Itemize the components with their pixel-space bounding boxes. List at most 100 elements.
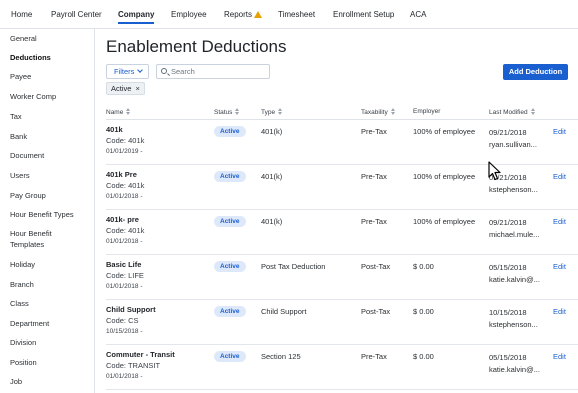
- modified-by: katie.kalvin@...: [489, 365, 540, 374]
- last-modified-cell: 05/15/2018 katie.kalvin@...: [489, 352, 553, 376]
- sidebar-item-tax[interactable]: Tax: [10, 111, 94, 122]
- taxability-cell: Post-Tax: [361, 262, 391, 271]
- deduction-name[interactable]: Child Support: [106, 305, 206, 315]
- type-cell: 401(k): [261, 127, 283, 136]
- edit-link[interactable]: Edit: [553, 172, 566, 181]
- sidebar-item-department[interactable]: Department: [10, 318, 94, 329]
- table-row[interactable]: Child Support Code: CS 10/15/2018 - Acti…: [106, 300, 578, 345]
- deduction-date: 01/01/2018 -: [106, 193, 143, 200]
- deduction-code: Code: 401k: [106, 136, 145, 145]
- name-cell: Basic Life Code: LIFE 01/01/2018 -: [106, 260, 206, 291]
- header-label: Type: [261, 109, 276, 116]
- sidebar-item-document[interactable]: Document: [10, 150, 94, 161]
- edit-link[interactable]: Edit: [553, 262, 566, 271]
- type-cell: 401(k): [261, 172, 283, 181]
- deduction-name[interactable]: Basic Life: [106, 260, 206, 270]
- deduction-name[interactable]: 401k: [106, 125, 206, 135]
- sidebar-item-division[interactable]: Division: [10, 337, 94, 348]
- sidebar-item-hour-benefit-templates[interactable]: Hour Benefit Templates: [10, 228, 80, 250]
- deduction-date: 01/01/2018 -: [106, 283, 143, 290]
- table-row[interactable]: 401k Pre Code: 401k 01/01/2018 - Active …: [106, 165, 578, 210]
- table-row[interactable]: 401k Code: 401k 01/01/2019 - Active 401(…: [106, 120, 578, 165]
- nav-home[interactable]: Home: [11, 10, 32, 19]
- type-cell: Child Support: [261, 307, 307, 316]
- deduction-code: Code: TRANSIT: [106, 361, 161, 370]
- type-cell: 401(k): [261, 217, 283, 226]
- close-icon[interactable]: ×: [135, 84, 139, 93]
- table-row[interactable]: Commuter - Transit Code: TRANSIT 01/01/2…: [106, 345, 578, 390]
- modified-by: ryan.sullivan...: [489, 140, 537, 149]
- header-type[interactable]: Type: [261, 108, 283, 116]
- modified-date: 05/15/2018: [489, 353, 527, 362]
- deduction-date: 01/01/2018 -: [106, 238, 143, 245]
- sidebar-item-pay-group[interactable]: Pay Group: [10, 190, 94, 201]
- search-box[interactable]: [156, 64, 270, 79]
- employer-cell: $ 0.00: [413, 262, 434, 271]
- deduction-name[interactable]: Commuter - Transit: [106, 350, 206, 360]
- nav-enrollment-setup[interactable]: Enrollment Setup: [333, 10, 394, 19]
- edit-link[interactable]: Edit: [553, 217, 566, 226]
- deduction-name[interactable]: 401k- pre: [106, 215, 206, 225]
- status-badge: Active: [214, 126, 246, 137]
- table-header: Name Status Type Taxability Employer Las…: [106, 103, 578, 120]
- modified-date: 10/15/2018: [489, 308, 527, 317]
- modified-by: katie.kalvin@...: [489, 275, 540, 284]
- sidebar-item-payee[interactable]: Payee: [10, 71, 94, 82]
- edit-link[interactable]: Edit: [553, 307, 566, 316]
- sidebar-item-worker-comp[interactable]: Worker Comp: [10, 91, 94, 102]
- nav-reports-label: Reports: [224, 10, 253, 19]
- sidebar-item-position[interactable]: Position: [10, 357, 94, 368]
- nav-company[interactable]: Company: [118, 10, 155, 24]
- header-taxability[interactable]: Taxability: [361, 108, 396, 116]
- last-modified-cell: 09/21/2018 michael.mule...: [489, 217, 553, 241]
- nav-payroll-center[interactable]: Payroll Center: [51, 10, 102, 19]
- header-name[interactable]: Name: [106, 108, 131, 116]
- filters-button[interactable]: Filters: [106, 64, 149, 79]
- sort-icon: [390, 108, 396, 115]
- nav-employee[interactable]: Employee: [171, 10, 207, 19]
- search-icon: [161, 68, 167, 74]
- sidebar-item-users[interactable]: Users: [10, 170, 94, 181]
- table-row[interactable]: 401k- pre Code: 401k 01/01/2018 - Active…: [106, 210, 578, 255]
- edit-link[interactable]: Edit: [553, 127, 566, 136]
- sidebar-item-general[interactable]: General: [10, 33, 94, 44]
- sidebar-item-job[interactable]: Job: [10, 376, 94, 387]
- employer-cell: 100% of employee: [413, 127, 476, 136]
- employer-cell: 100% of employee: [413, 217, 476, 226]
- deduction-name[interactable]: 401k Pre: [106, 170, 206, 180]
- sidebar-item-branch[interactable]: Branch: [10, 279, 94, 290]
- status-badge: Active: [214, 306, 246, 317]
- add-deduction-button[interactable]: Add Deduction: [503, 64, 568, 80]
- sidebar-item-hour-benefit-types[interactable]: Hour Benefit Types: [10, 209, 94, 220]
- taxability-cell: Pre-Tax: [361, 217, 387, 226]
- status-badge: Active: [214, 171, 246, 182]
- deduction-date: 10/15/2018 -: [106, 328, 143, 335]
- nav-company-label: Company: [118, 10, 155, 19]
- deduction-code: Code: LIFE: [106, 271, 144, 280]
- name-cell: 401k Pre Code: 401k 01/01/2018 -: [106, 170, 206, 201]
- name-cell: 401k Code: 401k 01/01/2019 -: [106, 125, 206, 156]
- page-title: Enablement Deductions: [106, 37, 287, 56]
- nav-aca[interactable]: ACA: [410, 10, 426, 19]
- header-last-modified[interactable]: Last Modified: [489, 108, 536, 116]
- header-status[interactable]: Status: [214, 108, 240, 116]
- employer-cell: $ 0.00: [413, 352, 434, 361]
- modified-date: 09/21/2018: [489, 128, 527, 137]
- header-label: Name: [106, 109, 124, 116]
- sidebar-item-bank[interactable]: Bank: [10, 131, 94, 142]
- search-input[interactable]: [171, 66, 267, 77]
- modified-date: 05/15/2018: [489, 263, 527, 272]
- status-badge: Active: [214, 351, 246, 362]
- deduction-code: Code: 401k: [106, 226, 145, 235]
- name-cell: Commuter - Transit Code: TRANSIT 01/01/2…: [106, 350, 206, 381]
- nav-timesheet[interactable]: Timesheet: [278, 10, 315, 19]
- sidebar-item-holiday[interactable]: Holiday: [10, 259, 94, 270]
- nav-reports[interactable]: Reports: [224, 10, 263, 19]
- table-row[interactable]: Basic Life Code: LIFE 01/01/2018 - Activ…: [106, 255, 578, 300]
- sort-icon: [530, 108, 536, 115]
- deduction-code: Code: 401k: [106, 181, 145, 190]
- edit-link[interactable]: Edit: [553, 352, 566, 361]
- header-label: Taxability: [361, 109, 388, 116]
- sidebar-item-class[interactable]: Class: [10, 298, 94, 309]
- sidebar-item-deductions[interactable]: Deductions: [10, 52, 94, 63]
